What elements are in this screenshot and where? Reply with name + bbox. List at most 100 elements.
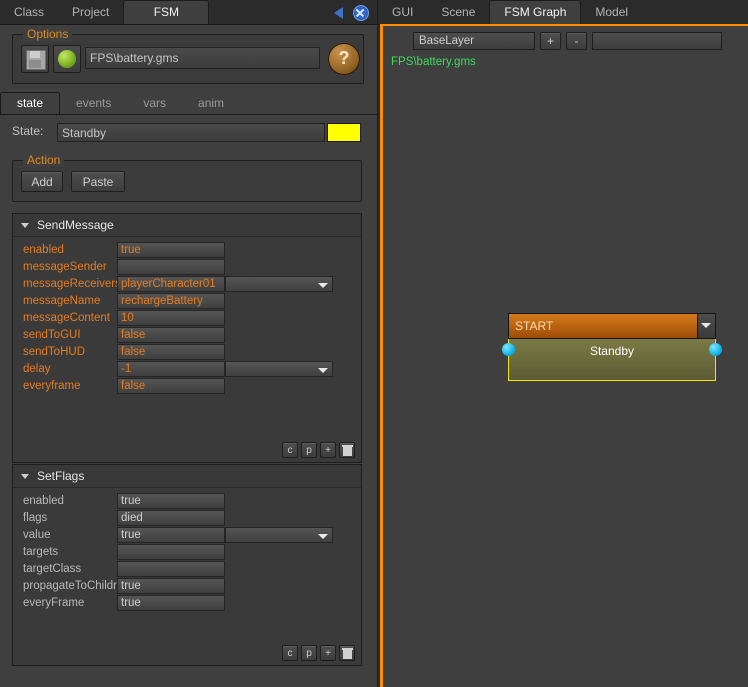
property-value[interactable]: true	[117, 577, 225, 594]
property-value[interactable]: false	[117, 377, 225, 394]
property-value[interactable]: true	[117, 492, 225, 509]
tab-fsm[interactable]: FSM	[123, 0, 210, 24]
property-label: value	[23, 528, 51, 541]
chevron-down-icon[interactable]	[21, 473, 29, 479]
property-row: messageSender	[13, 258, 361, 275]
property-dropdown[interactable]	[225, 360, 333, 377]
subtab-anim[interactable]: anim	[182, 93, 240, 114]
property-label: messageSender	[23, 260, 107, 273]
panel-sendmessage-rows: enabled true messageSender messageReceiv…	[13, 237, 361, 394]
property-value[interactable]: died	[117, 509, 225, 526]
property-value[interactable]	[117, 543, 225, 560]
property-value[interactable]: playerCharacter01	[117, 275, 225, 292]
paste-action-button[interactable]: Paste	[71, 171, 125, 192]
property-row: everyframe false	[13, 377, 361, 394]
secondary-select[interactable]	[592, 31, 722, 50]
panel-setflags: SetFlags enabled true flags died value t…	[12, 464, 362, 666]
back-triangle-icon[interactable]	[334, 7, 343, 19]
property-row: enabled true	[13, 492, 361, 509]
property-label: targets	[23, 545, 59, 558]
property-label: messageName	[23, 294, 101, 307]
property-value[interactable]: rechargeBattery	[117, 292, 225, 309]
add-action-button[interactable]: Add	[21, 171, 63, 192]
subtab-events[interactable]: events	[60, 93, 127, 114]
delete-button[interactable]	[339, 442, 355, 458]
graph-file-path: FPS\battery.gms	[391, 56, 476, 68]
add-layer-button[interactable]: +	[540, 31, 561, 50]
subtab-vars[interactable]: vars	[127, 93, 182, 114]
file-path-input[interactable]: FPS\battery.gms	[85, 47, 320, 69]
fsm-node-header[interactable]: START	[508, 313, 716, 339]
floppy-disk-icon[interactable]	[21, 45, 49, 73]
panel-sendmessage-title: SendMessage	[37, 218, 114, 232]
panel-setflags-header[interactable]: SetFlags	[13, 465, 361, 488]
graph-toolbar: BaseLayer + -	[383, 26, 748, 52]
property-label: enabled	[23, 494, 64, 507]
property-row: sendToGUI false	[13, 326, 361, 343]
property-row: targetClass	[13, 560, 361, 577]
layer-select[interactable]: BaseLayer	[413, 31, 535, 50]
panel-sendmessage-header[interactable]: SendMessage	[13, 214, 361, 237]
property-dropdown[interactable]	[225, 526, 333, 543]
property-value[interactable]	[117, 560, 225, 577]
fsm-node-standby[interactable]: START Standby	[502, 313, 722, 381]
tab-fsm-graph[interactable]: FSM Graph	[489, 0, 582, 24]
remove-layer-button[interactable]: -	[566, 31, 587, 50]
fsm-node-body[interactable]: Standby	[508, 339, 716, 381]
property-label: messageContent	[23, 311, 110, 324]
panel-setflags-rows: enabled true flags died value true targe…	[13, 488, 361, 611]
subtab-state[interactable]: state	[0, 92, 61, 114]
action-group-title: Action	[23, 153, 65, 167]
property-label: flags	[23, 511, 48, 524]
paste-button[interactable]: p	[301, 442, 317, 458]
add-button[interactable]: +	[320, 645, 336, 661]
property-value[interactable]: -1	[117, 360, 225, 377]
tab-gui[interactable]: GUI	[378, 1, 427, 24]
right-tab-strip: GUI Scene FSM Graph Model	[378, 0, 748, 25]
close-circle-icon[interactable]	[353, 5, 369, 21]
copy-button[interactable]: c	[282, 645, 298, 661]
chevron-down-icon[interactable]	[697, 314, 715, 338]
property-value[interactable]: false	[117, 343, 225, 360]
property-label: sendToGUI	[23, 328, 81, 341]
app-root: Class Project FSM Options FPS\battery.gm…	[0, 0, 748, 687]
panel-sendmessage: SendMessage enabled true messageSender m…	[12, 213, 362, 463]
state-color-swatch[interactable]	[327, 123, 361, 142]
property-value[interactable]: 10	[117, 309, 225, 326]
property-row: propagateToChildren true	[13, 577, 361, 594]
property-value[interactable]: true	[117, 526, 225, 543]
property-row: flags died	[13, 509, 361, 526]
options-group: Options FPS\battery.gms ?	[12, 27, 364, 84]
state-input[interactable]: Standby	[57, 123, 325, 142]
fsm-graph-canvas[interactable]: BaseLayer + - FPS\battery.gms START Stan…	[380, 24, 748, 687]
paste-button[interactable]: p	[301, 645, 317, 661]
chevron-down-icon[interactable]	[21, 222, 29, 228]
copy-button[interactable]: c	[282, 442, 298, 458]
right-panel: GUI Scene FSM Graph Model BaseLayer + - …	[378, 0, 748, 687]
add-button[interactable]: +	[320, 442, 336, 458]
property-dropdown[interactable]	[225, 275, 333, 292]
panel-sendmessage-mini-buttons: c p +	[282, 442, 355, 458]
property-value[interactable]	[117, 258, 225, 275]
property-label: targetClass	[23, 562, 82, 575]
property-value[interactable]: false	[117, 326, 225, 343]
tab-icon-group	[334, 5, 377, 24]
action-group: Action Add Paste	[12, 153, 362, 202]
property-label: everyframe	[23, 379, 81, 392]
connector-dot-right[interactable]	[709, 343, 722, 356]
property-row: sendToHUD false	[13, 343, 361, 360]
help-button[interactable]: ?	[328, 43, 360, 75]
property-label: propagateToChildren	[23, 579, 117, 592]
tab-project[interactable]: Project	[58, 1, 123, 24]
property-row: enabled true	[13, 241, 361, 258]
tab-scene[interactable]: Scene	[427, 1, 489, 24]
property-row: messageName rechargeBattery	[13, 292, 361, 309]
property-value[interactable]: true	[117, 594, 225, 611]
property-value[interactable]: true	[117, 241, 225, 258]
tab-class[interactable]: Class	[0, 1, 58, 24]
tab-model[interactable]: Model	[581, 1, 642, 24]
connector-dot-left[interactable]	[502, 343, 515, 356]
green-sphere-icon[interactable]	[53, 45, 81, 73]
delete-button[interactable]	[339, 645, 355, 661]
property-label: delay	[23, 362, 51, 375]
